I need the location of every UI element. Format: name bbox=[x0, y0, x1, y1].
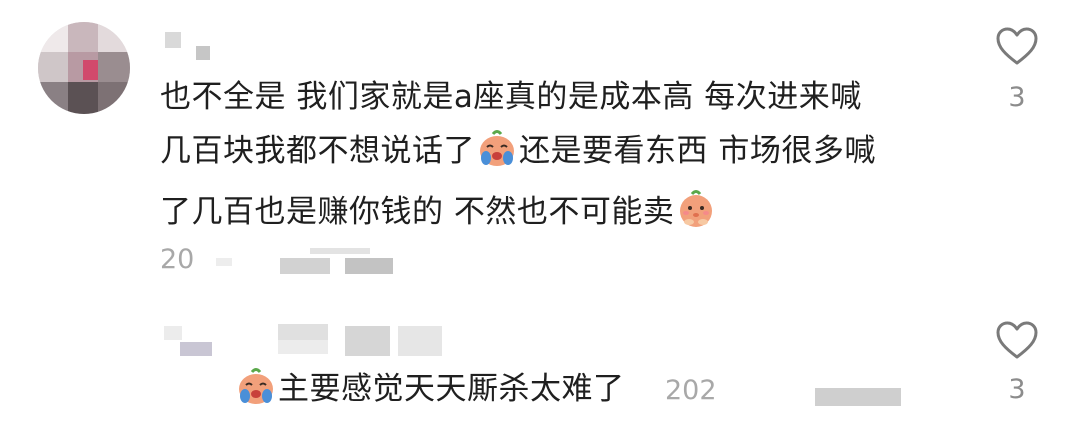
like-count: 3 bbox=[1008, 374, 1026, 405]
username-blurred[interactable] bbox=[160, 30, 220, 60]
avatar[interactable] bbox=[38, 22, 130, 114]
comment-timestamp: 20 bbox=[160, 244, 195, 275]
comment-line: 也不全是 我们家就是a座真的是成本高 每次进来喊 bbox=[160, 79, 862, 115]
reply-text: 主要感觉天天厮杀太难了 bbox=[234, 362, 625, 423]
heart-outline-icon[interactable] bbox=[995, 26, 1039, 66]
comment-meta-blurred bbox=[210, 248, 400, 278]
crying-face-emoji bbox=[236, 366, 276, 423]
reply-username-blurred[interactable] bbox=[160, 322, 460, 362]
comment-line: 几百块我都不想说话了 还是要看东西 市场很多喊 bbox=[160, 124, 960, 185]
comment-text: 也不全是 我们家就是a座真的是成本高 每次进来喊 几百块我都不想说话了 还是要看东… bbox=[160, 70, 960, 246]
reply-meta-blurred bbox=[815, 386, 905, 410]
like-count: 3 bbox=[1008, 82, 1026, 113]
comment-line: 了几百也是赚你钱的 不然也不可能卖 bbox=[160, 185, 960, 246]
reply-timestamp: 202 bbox=[665, 375, 717, 406]
crying-face-emoji bbox=[477, 128, 517, 185]
heart-outline-icon[interactable] bbox=[995, 320, 1039, 360]
shy-face-emoji bbox=[676, 189, 716, 246]
